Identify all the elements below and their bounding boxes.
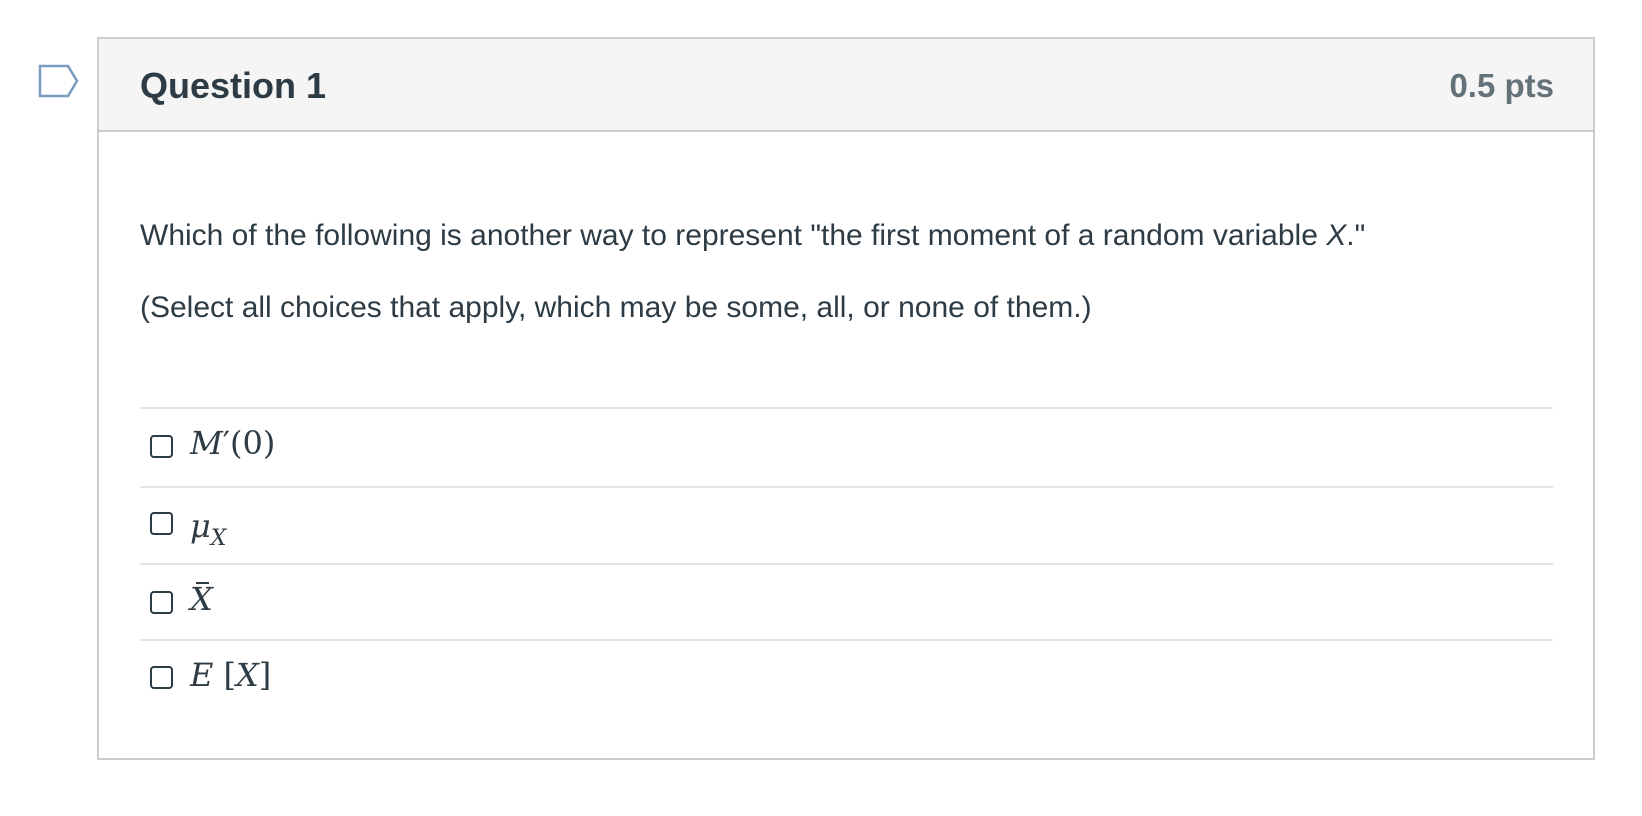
- answer-label: X: [190, 580, 213, 618]
- question-points: 0.5 pts: [1449, 67, 1554, 104]
- checkbox-icon[interactable]: [150, 666, 173, 689]
- question-text: Which of the following is another way to…: [140, 216, 1365, 255]
- answer-label: M′(0): [190, 424, 276, 462]
- answer-option[interactable]: M′(0): [140, 409, 1553, 488]
- checkbox-icon[interactable]: [150, 591, 173, 614]
- question-instruction: (Select all choices that apply, which ma…: [140, 291, 1092, 324]
- checkbox-icon[interactable]: [150, 512, 173, 535]
- answer-option[interactable]: X: [140, 565, 1553, 641]
- answer-option[interactable]: E [X]: [140, 641, 1553, 717]
- answer-label: E [X]: [190, 656, 272, 694]
- question-text-end: .": [1346, 219, 1366, 252]
- question-text-start: Which of the following is another way to…: [140, 219, 1327, 252]
- question-variable: X: [1326, 219, 1347, 252]
- question-header: Question 1 0.5 pts: [99, 39, 1593, 132]
- flag-question-icon[interactable]: [38, 64, 80, 98]
- question-card: Question 1 0.5 pts Which of the followin…: [97, 37, 1595, 760]
- checkbox-icon[interactable]: [150, 435, 173, 458]
- answer-label: μX: [190, 507, 227, 551]
- answer-list: M′(0) μX X E [X]: [140, 407, 1553, 717]
- question-title: Question 1: [140, 65, 327, 106]
- answer-option[interactable]: μX: [140, 488, 1553, 565]
